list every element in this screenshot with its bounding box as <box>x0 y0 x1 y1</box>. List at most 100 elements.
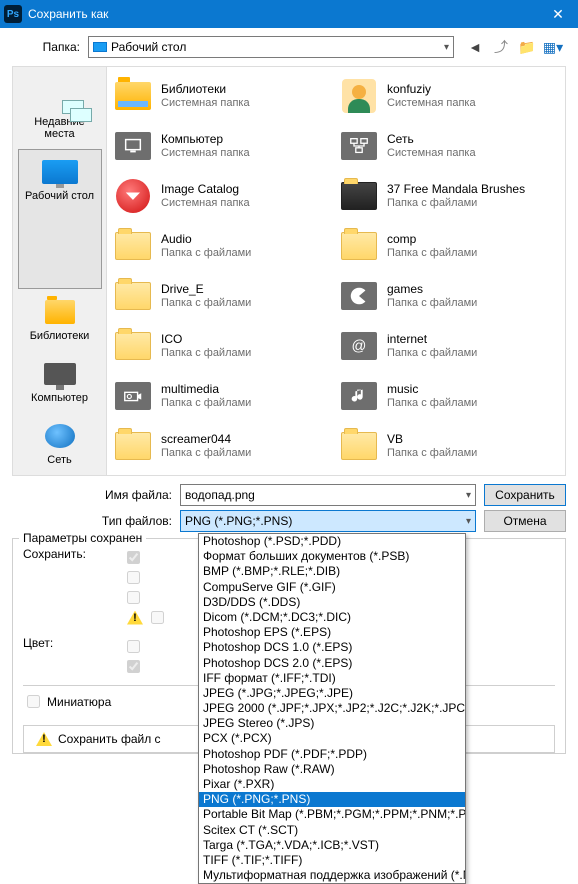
item-icon <box>113 426 153 466</box>
file-item[interactable]: musicПапка с файлами <box>339 371 561 421</box>
filetype-option[interactable]: IFF формат (*.IFF;*.TDI) <box>199 671 465 686</box>
filetype-combo[interactable]: PNG (*.PNG;*.PNS) ▾ <box>180 510 476 532</box>
file-item[interactable]: compПапка с файлами <box>339 221 561 271</box>
filetype-option[interactable]: Photoshop EPS (*.EPS) <box>199 625 465 640</box>
item-name: music <box>387 383 477 397</box>
filetype-option[interactable]: PNG (*.PNG;*.PNS) <box>199 792 465 807</box>
item-icon: @ <box>339 326 379 366</box>
item-name: multimedia <box>161 383 251 397</box>
up-icon[interactable]: ⤴ <box>492 38 510 56</box>
filetype-option[interactable]: PCX (*.PCX) <box>199 731 465 746</box>
save-opt-checkbox-3[interactable] <box>127 591 140 604</box>
places-item-recent[interactable]: Недавние места <box>18 75 102 149</box>
file-item[interactable]: konfuziyСистемная папка <box>339 71 561 121</box>
places-item-libs[interactable]: Библиотеки <box>18 289 102 351</box>
file-item[interactable]: БиблиотекиСистемная папка <box>113 71 335 121</box>
item-kind: Папка с файлами <box>387 197 525 210</box>
filetype-option[interactable]: CompuServe GIF (*.GIF) <box>199 580 465 595</box>
bottom-info-text: Сохранить файл с <box>58 732 161 746</box>
item-kind: Системная папка <box>387 97 476 110</box>
file-item[interactable]: 37 Free Mandala BrushesПапка с файлами <box>339 171 561 221</box>
item-name: Audio <box>161 233 251 247</box>
item-name: Сеть <box>387 133 476 147</box>
file-item[interactable]: ICOПапка с файлами <box>113 321 335 371</box>
item-name: comp <box>387 233 477 247</box>
filetype-option[interactable]: Мультиформатная поддержка изображений (*… <box>199 868 465 883</box>
filetype-option[interactable]: Photoshop Raw (*.RAW) <box>199 762 465 777</box>
item-name: VB <box>387 433 477 447</box>
filename-input[interactable]: водопад.png ▾ <box>180 484 476 506</box>
filename-row: Имя файла: водопад.png ▾ Сохранить <box>12 484 566 506</box>
file-item[interactable]: screamer044Папка с файлами <box>113 421 335 471</box>
file-item[interactable]: Drive_EПапка с файлами <box>113 271 335 321</box>
file-item[interactable]: VBПапка с файлами <box>339 421 561 471</box>
item-kind: Системная папка <box>161 197 250 210</box>
filetype-option[interactable]: JPEG Stereo (*.JPS) <box>199 716 465 731</box>
new-folder-icon[interactable]: 📁 <box>518 38 536 56</box>
places-item-label: Библиотеки <box>21 330 99 342</box>
filetype-dropdown-list[interactable]: Photoshop (*.PSD;*.PDD)Формат больших до… <box>198 533 466 884</box>
file-item[interactable]: СетьСистемная папка <box>339 121 561 171</box>
item-icon <box>339 276 379 316</box>
item-icon <box>113 226 153 266</box>
file-item[interactable]: КомпьютерСистемная папка <box>113 121 335 171</box>
folder-label: Папка: <box>12 40 80 54</box>
filetype-option[interactable]: Photoshop DCS 1.0 (*.EPS) <box>199 640 465 655</box>
back-icon[interactable]: ◄ <box>466 38 484 56</box>
filetype-option[interactable]: TIFF (*.TIF;*.TIFF) <box>199 853 465 868</box>
titlebar: Ps Сохранить как ✕ <box>0 0 578 28</box>
filetype-option[interactable]: D3D/DDS (*.DDS) <box>199 595 465 610</box>
item-name: Image Catalog <box>161 183 250 197</box>
places-item-label: Компьютер <box>21 392 99 404</box>
folder-path-combo[interactable]: Рабочий стол ▾ <box>88 36 454 58</box>
filetype-option[interactable]: JPEG 2000 (*.JPF;*.JPX;*.JP2;*.J2C;*.J2K… <box>199 701 465 716</box>
places-bar: Недавние местаРабочий стол Библиотеки Комп… <box>13 67 107 475</box>
file-item[interactable]: @internetПапка с файлами <box>339 321 561 371</box>
window-close-button[interactable]: ✕ <box>538 0 578 28</box>
file-list[interactable]: БиблиотекиСистемная папкаkonfuziyСистемн… <box>107 67 565 475</box>
filetype-option[interactable]: Photoshop (*.PSD;*.PDD) <box>199 534 465 549</box>
color-section-label: Цвет: <box>23 636 93 677</box>
item-kind: Папка с файлами <box>387 347 477 360</box>
item-icon <box>339 226 379 266</box>
comp-icon <box>42 360 78 388</box>
item-kind: Системная папка <box>161 147 250 160</box>
filetype-option[interactable]: Scitex CT (*.SCT) <box>199 823 465 838</box>
color-opt-checkbox-2[interactable] <box>127 660 140 673</box>
filetype-option[interactable]: Targa (*.TGA;*.VDA;*.ICB;*.VST) <box>199 838 465 853</box>
file-item[interactable]: AudioПапка с файлами <box>113 221 335 271</box>
cancel-button[interactable]: Отмена <box>484 510 566 532</box>
places-item-net[interactable]: Сеть <box>18 413 102 475</box>
recent-icon <box>42 84 78 112</box>
filetype-option[interactable]: Dicom (*.DCM;*.DC3;*.DIC) <box>199 610 465 625</box>
file-item[interactable]: multimediaПапка с файлами <box>113 371 335 421</box>
save-opt-checkbox-4[interactable] <box>151 611 164 624</box>
color-opt-checkbox-1[interactable] <box>127 640 140 653</box>
item-icon <box>113 126 153 166</box>
save-button[interactable]: Сохранить <box>484 484 566 506</box>
file-item[interactable]: gamesПапка с файлами <box>339 271 561 321</box>
filetype-option[interactable]: Photoshop DCS 2.0 (*.EPS) <box>199 656 465 671</box>
filetype-option[interactable]: Формат больших документов (*.PSB) <box>199 549 465 564</box>
svg-text:@: @ <box>352 339 367 355</box>
item-kind: Папка с файлами <box>387 397 477 410</box>
item-name: Drive_E <box>161 283 251 297</box>
folder-toolbar: Папка: Рабочий стол ▾ ◄ ⤴ 📁 ▦▾ <box>12 36 566 58</box>
view-menu-icon[interactable]: ▦▾ <box>544 38 562 56</box>
places-item-desktop[interactable]: Рабочий стол <box>18 149 102 289</box>
filetype-option[interactable]: Portable Bit Map (*.PBM;*.PGM;*.PPM;*.PN… <box>199 807 465 822</box>
group-title: Параметры сохранен <box>19 531 146 545</box>
filetype-option[interactable]: JPEG (*.JPG;*.JPEG;*.JPE) <box>199 686 465 701</box>
places-item-comp[interactable]: Компьютер <box>18 351 102 413</box>
file-item[interactable]: ⏷Image CatalogСистемная папка <box>113 171 335 221</box>
filetype-option[interactable]: BMP (*.BMP;*.RLE;*.DIB) <box>199 564 465 579</box>
save-opt-checkbox-2[interactable] <box>127 571 140 584</box>
item-name: Компьютер <box>161 133 250 147</box>
thumbnail-checkbox[interactable] <box>27 695 40 708</box>
filetype-option[interactable]: Photoshop PDF (*.PDF;*.PDP) <box>199 747 465 762</box>
item-kind: Папка с файлами <box>161 247 251 260</box>
save-opt-checkbox-1[interactable] <box>127 551 140 564</box>
filetype-option[interactable]: Pixar (*.PXR) <box>199 777 465 792</box>
item-icon <box>339 426 379 466</box>
item-kind: Папка с файлами <box>387 297 477 310</box>
